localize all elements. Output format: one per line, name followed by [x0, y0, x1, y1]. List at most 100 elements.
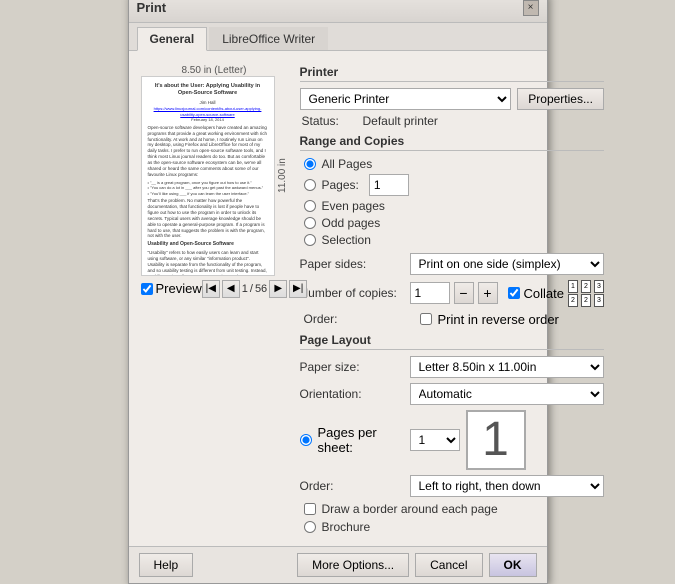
preview-controls: Preview — [141, 281, 202, 296]
reverse-order-checkbox[interactable] — [420, 313, 432, 325]
radio-selection-label: Selection — [322, 233, 371, 247]
printer-section-header: Printer — [300, 65, 604, 82]
orientation-label: Orientation: — [300, 387, 410, 401]
paper-size-select[interactable]: Letter 8.50in x 11.00in — [410, 356, 604, 378]
brochure-label: Brochure — [322, 520, 371, 534]
last-page-button[interactable]: ▶| — [289, 280, 307, 298]
properties-button[interactable]: Properties... — [517, 88, 604, 110]
bottom-right: More Options... Cancel OK — [297, 553, 536, 577]
dialog-title: Print — [137, 0, 167, 15]
radio-even-label: Even pages — [322, 199, 385, 213]
print-form: Printer Generic Printer Properties... St… — [300, 59, 604, 538]
layout-order-control: Left to right, then down — [410, 475, 604, 497]
prev-page-button[interactable]: ◀ — [222, 280, 240, 298]
ok-button[interactable]: OK — [489, 553, 537, 577]
page-total: 56 — [255, 283, 267, 295]
radio-even: Even pages — [300, 199, 604, 213]
radio-odd-input[interactable] — [304, 217, 316, 229]
copies-plus-button[interactable]: + — [478, 282, 498, 304]
collate-icon: 1 2 2 2 3 3 — [568, 280, 604, 307]
radio-odd-label: Odd pages — [322, 216, 381, 230]
layout-section-header: Page Layout — [300, 333, 604, 350]
radio-pages-input[interactable] — [304, 179, 316, 191]
range-section-header: Range and Copies — [300, 134, 604, 151]
orientation-control: Automatic — [410, 383, 604, 405]
paper-sides-control: Print on one side (simplex) — [410, 253, 604, 275]
collate-stack-1: 1 2 — [568, 280, 578, 307]
tab-general[interactable]: General — [137, 27, 208, 51]
height-label: 11.00 in — [277, 76, 288, 276]
layout-order-label: Order: — [300, 479, 410, 493]
reverse-order-label: Print in reverse order — [438, 312, 559, 327]
radio-odd: Odd pages — [300, 216, 604, 230]
collate-checkbox[interactable] — [508, 287, 520, 299]
close-button[interactable]: × — [523, 0, 539, 16]
brochure-radio[interactable] — [304, 521, 316, 533]
first-page-button[interactable]: |◀ — [202, 280, 220, 298]
pages-per-sheet-row: Pages per sheet: 1 1 — [300, 410, 604, 470]
printer-section: Printer Generic Printer Properties... St… — [300, 65, 604, 128]
reverse-order-row: Order: Print in reverse order — [300, 312, 604, 327]
preview-date: February 18, 2014 — [148, 117, 268, 123]
page-current: 1 — [242, 283, 248, 295]
tab-writer[interactable]: LibreOffice Writer — [209, 27, 328, 50]
pages-input[interactable] — [369, 174, 409, 196]
paper-size-control: Letter 8.50in x 11.00in — [410, 356, 604, 378]
collate-stack-3: 3 3 — [594, 280, 604, 307]
radio-all-pages-input[interactable] — [304, 158, 316, 170]
preview-bullets: • "__ is a great program, once you figur… — [148, 180, 268, 197]
help-button[interactable]: Help — [139, 553, 194, 577]
page-separator: / — [250, 283, 253, 295]
printer-row: Generic Printer Properties... — [300, 88, 604, 110]
document-preview: It's about the User: Applying Usability … — [141, 76, 275, 276]
layout-order-row: Order: Left to right, then down — [300, 475, 604, 497]
collate-label: Collate — [524, 286, 564, 301]
more-options-button[interactable]: More Options... — [297, 553, 409, 577]
preview-nav: Preview |◀ ◀ 1 / 56 ▶ ▶| — [141, 280, 288, 298]
paper-size-label: Paper size: — [300, 360, 410, 374]
brochure-row: Brochure — [300, 520, 604, 534]
border-row: Draw a border around each page — [300, 502, 604, 516]
cancel-button[interactable]: Cancel — [415, 553, 482, 577]
page-preview-number: 1 — [466, 410, 526, 470]
radio-selection-input[interactable] — [304, 234, 316, 246]
border-label: Draw a border around each page — [322, 502, 498, 516]
width-label: 8.50 in (Letter) — [141, 65, 288, 76]
orientation-row: Orientation: Automatic — [300, 383, 604, 405]
preview-url: https://www.linuxjournal.com/content/its… — [148, 106, 268, 117]
paper-sides-row: Paper sides: Print on one side (simplex) — [300, 253, 604, 275]
preview-text3: "Usability" refers to how easily users c… — [148, 250, 268, 275]
status-label: Status: — [302, 114, 357, 128]
layout-order-select[interactable]: Left to right, then down — [410, 475, 604, 497]
pages-per-sheet-select[interactable]: 1 — [410, 429, 460, 451]
next-page-button[interactable]: ▶ — [269, 280, 287, 298]
collate-section: Collate 1 2 2 2 — [508, 280, 604, 307]
copies-input[interactable] — [410, 282, 450, 304]
print-dialog: Print × General LibreOffice Writer 8.50 … — [128, 0, 548, 584]
status-row: Status: Default printer — [300, 114, 604, 128]
pages-per-sheet-label: Pages per sheet: — [318, 425, 410, 455]
border-checkbox[interactable] — [304, 503, 316, 515]
radio-all-pages-label: All Pages — [322, 157, 373, 171]
paper-size-row: Paper size: Letter 8.50in x 11.00in — [300, 356, 604, 378]
copies-minus-button[interactable]: − — [454, 282, 474, 304]
preview-pane: 8.50 in (Letter) It's about the User: Ap… — [137, 59, 292, 538]
radio-pages: Pages: — [300, 174, 604, 196]
printer-select[interactable]: Generic Printer — [300, 88, 512, 110]
preview-text2: That's the problem. No matter how powerf… — [148, 198, 268, 239]
paper-sides-select[interactable]: Print on one side (simplex) — [410, 253, 604, 275]
pages-per-sheet-radio[interactable] — [300, 434, 312, 446]
status-value: Default printer — [363, 114, 602, 128]
preview-checkbox[interactable] — [141, 283, 153, 295]
radio-pages-label: Pages: — [322, 178, 359, 192]
radio-selection: Selection — [300, 233, 604, 247]
page-nav-buttons: |◀ ◀ 1 / 56 ▶ ▶| — [202, 280, 307, 298]
orientation-select[interactable]: Automatic — [410, 383, 604, 405]
copies-control: − + Collate 1 2 2 — [410, 280, 604, 307]
bottom-left: Help — [139, 553, 194, 577]
pages-per-sheet-left: Pages per sheet: — [300, 425, 410, 455]
pages-per-sheet-control: 1 1 — [410, 410, 604, 470]
paper-sides-label: Paper sides: — [300, 257, 410, 271]
preview-doc-title: It's about the User: Applying Usability … — [148, 83, 268, 98]
radio-even-input[interactable] — [304, 200, 316, 212]
